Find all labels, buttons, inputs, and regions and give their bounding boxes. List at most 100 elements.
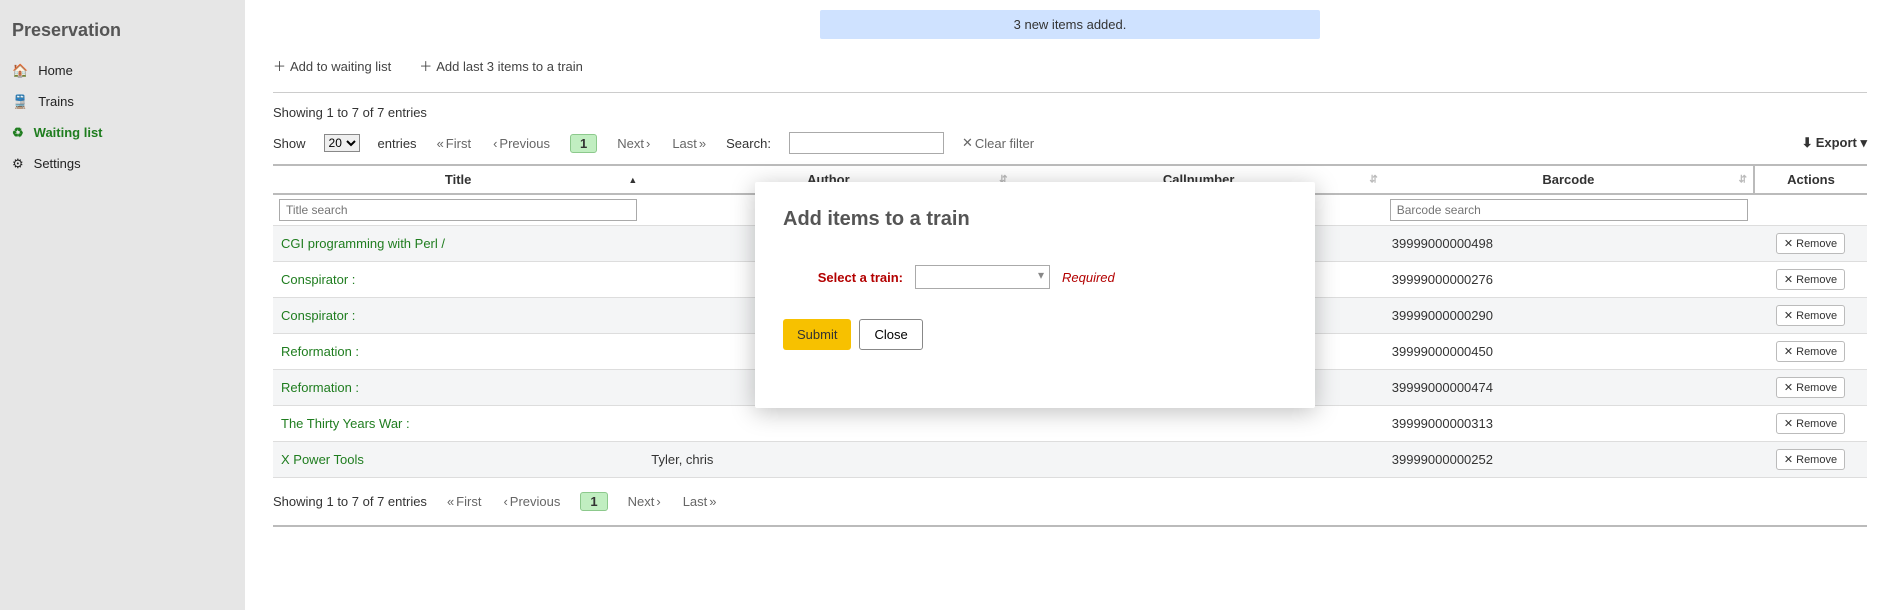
modal-title: Add items to a train	[783, 208, 1287, 231]
item-title-link[interactable]: X Power Tools	[281, 452, 364, 467]
remove-button[interactable]: ✕Remove	[1776, 233, 1845, 254]
item-title-link[interactable]: Conspirator :	[281, 308, 355, 323]
table-row: The Thirty Years War : 39999000000313 ✕Rem…	[273, 406, 1867, 442]
train-icon: 🚆	[12, 95, 28, 108]
chevron-right-icon: ›	[646, 136, 650, 151]
recycle-icon: ♻	[12, 126, 24, 139]
remove-button[interactable]: ✕Remove	[1776, 413, 1845, 434]
main-content: 3 new items added. ＋ Add to waiting list…	[245, 0, 1895, 610]
table-controls-bottom: Showing 1 to 7 of 7 entries «First ‹Prev…	[273, 478, 1867, 527]
select-train-dropdown[interactable]	[915, 265, 1050, 289]
cell-author	[643, 406, 1013, 442]
page-size-select[interactable]: 20	[324, 134, 360, 152]
sidebar-title: Preservation	[0, 10, 245, 55]
required-hint: Required	[1062, 270, 1115, 285]
submit-button[interactable]: Submit	[783, 319, 851, 350]
pager-last[interactable]: Last»	[681, 494, 719, 509]
chevron-left-icon: ‹	[503, 494, 507, 509]
pager-last[interactable]: Last»	[670, 136, 708, 151]
close-button[interactable]: Close	[859, 319, 922, 350]
cell-author: Tyler, chris	[643, 442, 1013, 478]
remove-button[interactable]: ✕Remove	[1776, 341, 1845, 362]
close-icon: ✕	[1784, 453, 1793, 466]
item-title-link[interactable]: The Thirty Years War :	[281, 416, 410, 431]
export-button[interactable]: ⬇Export ▾	[1802, 135, 1867, 151]
filter-barcode[interactable]	[1390, 199, 1748, 221]
cell-callnumber	[1014, 406, 1384, 442]
sidebar-item-settings[interactable]: ⚙ Settings	[0, 148, 245, 179]
close-icon: ✕	[1784, 237, 1793, 250]
sidebar-item-label: Waiting list	[34, 125, 103, 140]
remove-button[interactable]: ✕Remove	[1776, 305, 1845, 326]
sidebar-nav: 🏠Home 🚆 Trains ♻ Waiting list ⚙ Settings	[0, 55, 245, 179]
add-items-modal: Add items to a train Select a train: Req…	[755, 182, 1315, 408]
table-row: X Power Tools Tyler, chris 39999000000252 ✕…	[273, 442, 1867, 478]
select-train-label: Select a train:	[783, 270, 903, 285]
cell-barcode: 39999000000313	[1384, 406, 1754, 442]
plus-icon: ＋	[419, 60, 432, 73]
close-icon: ✕	[1784, 345, 1793, 358]
pager-first[interactable]: «First	[435, 136, 474, 151]
showing-info-top: Showing 1 to 7 of 7 entries	[273, 93, 1867, 128]
close-icon: ✕	[1784, 381, 1793, 394]
pager-next[interactable]: Next›	[615, 136, 652, 151]
table-controls-top: Show 20 entries «First ‹Previous 1 Next›…	[273, 128, 1867, 164]
item-title-link[interactable]: Reformation :	[281, 344, 359, 359]
search-input[interactable]	[789, 132, 944, 154]
sidebar-item-trains[interactable]: 🚆 Trains	[0, 86, 245, 117]
sidebar-item-label: Home	[38, 63, 73, 78]
add-last-items-button[interactable]: ＋ Add last 3 items to a train	[419, 59, 583, 74]
col-title[interactable]: Title	[273, 165, 643, 194]
chevron-double-right-icon: »	[699, 136, 706, 151]
search-label: Search:	[726, 136, 771, 151]
show-label: Show	[273, 136, 306, 151]
gear-icon: ⚙	[12, 157, 24, 170]
toolbar-label: Add to waiting list	[290, 59, 391, 74]
chevron-double-left-icon: «	[447, 494, 454, 509]
item-title-link[interactable]: Reformation :	[281, 380, 359, 395]
pager-first[interactable]: «First	[445, 494, 484, 509]
remove-button[interactable]: ✕Remove	[1776, 269, 1845, 290]
showing-info-bottom: Showing 1 to 7 of 7 entries	[273, 494, 427, 509]
sidebar-item-waiting-list[interactable]: ♻ Waiting list	[0, 117, 245, 148]
pager-current: 1	[580, 492, 607, 511]
chevron-left-icon: ‹	[493, 136, 497, 151]
item-title-link[interactable]: CGI programming with Perl /	[281, 236, 445, 251]
cell-barcode: 39999000000474	[1384, 370, 1754, 406]
entries-label: entries	[378, 136, 417, 151]
close-icon: ✕	[1784, 309, 1793, 322]
toolbar-label: Add last 3 items to a train	[436, 59, 583, 74]
clear-filter-button[interactable]: ✕Clear filter	[962, 135, 1034, 151]
remove-button[interactable]: ✕Remove	[1776, 449, 1845, 470]
toolbar: ＋ Add to waiting list ＋ Add last 3 items…	[273, 53, 1867, 93]
sidebar: Preservation 🏠Home 🚆 Trains ♻ Waiting list ⚙ S…	[0, 0, 245, 610]
chevron-double-left-icon: «	[437, 136, 444, 151]
close-icon: ✕	[962, 135, 973, 151]
close-icon: ✕	[1784, 273, 1793, 286]
close-icon: ✕	[1784, 417, 1793, 430]
pager-next[interactable]: Next›	[626, 494, 663, 509]
remove-button[interactable]: ✕Remove	[1776, 377, 1845, 398]
sidebar-item-label: Trains	[38, 94, 74, 109]
alert-banner: 3 new items added.	[820, 10, 1320, 39]
item-title-link[interactable]: Conspirator :	[281, 272, 355, 287]
cell-callnumber	[1014, 442, 1384, 478]
cell-barcode: 39999000000276	[1384, 262, 1754, 298]
col-actions: Actions	[1754, 165, 1867, 194]
cell-barcode: 39999000000290	[1384, 298, 1754, 334]
download-icon: ⬇	[1802, 135, 1813, 151]
col-barcode[interactable]: Barcode	[1384, 165, 1754, 194]
cell-barcode: 39999000000498	[1384, 226, 1754, 262]
pager-previous[interactable]: ‹Previous	[491, 136, 552, 151]
cell-barcode: 39999000000450	[1384, 334, 1754, 370]
chevron-double-right-icon: »	[709, 494, 716, 509]
plus-icon: ＋	[273, 60, 286, 73]
sidebar-item-home[interactable]: 🏠Home	[0, 55, 245, 86]
add-to-waiting-list-button[interactable]: ＋ Add to waiting list	[273, 59, 391, 74]
cell-barcode: 39999000000252	[1384, 442, 1754, 478]
sidebar-item-label: Settings	[34, 156, 81, 171]
pager-current: 1	[570, 134, 597, 153]
pager-previous[interactable]: ‹Previous	[501, 494, 562, 509]
filter-title[interactable]	[279, 199, 637, 221]
chevron-right-icon: ›	[656, 494, 660, 509]
